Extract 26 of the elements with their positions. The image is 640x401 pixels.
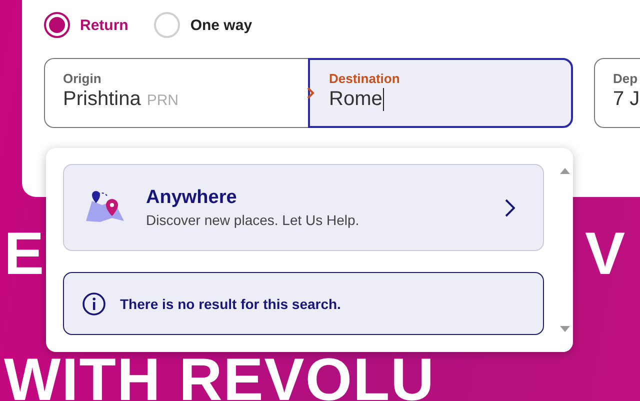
trip-type-radio[interactable]: One way: [154, 12, 252, 38]
field-label: Origin: [63, 71, 102, 86]
headline-text: WITH REVOLU: [4, 353, 436, 401]
origin-field[interactable]: Origin Prishtina PRN: [44, 58, 308, 128]
map-pin-icon: [84, 190, 126, 224]
scroll-down-icon[interactable]: [560, 326, 570, 332]
trip-type-radio[interactable]: Return: [44, 12, 128, 38]
scroll-up-icon[interactable]: [560, 168, 570, 174]
option-title: Anywhere: [146, 187, 238, 209]
field-label: Destination: [329, 71, 401, 86]
field-value: 7 J: [613, 88, 640, 111]
option-subtitle: Discover new places. Let Us Help.: [146, 212, 360, 228]
field-value: Prishtina: [63, 88, 141, 111]
field-value: Rome: [329, 88, 384, 111]
departure-field[interactable]: Dep 7 J: [594, 58, 640, 128]
info-icon: [82, 292, 106, 316]
chevron-right-icon: [505, 198, 515, 216]
chevron-icon: [307, 87, 315, 99]
airport-code: PRN: [146, 92, 178, 109]
no-result-text: There is no result for this search.: [120, 296, 341, 312]
anywhere-option[interactable]: Anywhere Discover new places. Let Us Help.: [63, 164, 544, 251]
destination-field[interactable]: Destination Rome: [308, 58, 573, 128]
headline-text: E: [4, 227, 46, 281]
headline-text: V: [584, 227, 626, 281]
radio-circle[interactable]: [44, 12, 70, 38]
field-label: Dep: [613, 71, 639, 86]
